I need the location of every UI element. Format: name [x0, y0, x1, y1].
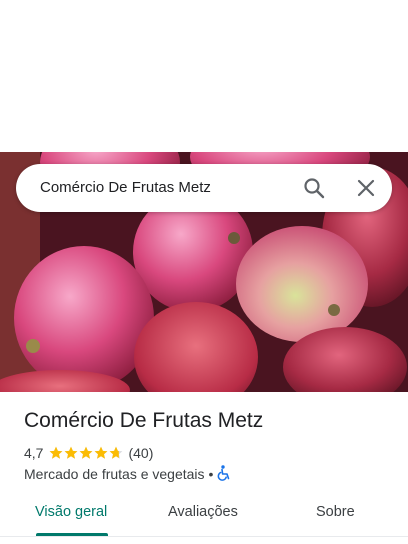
place-category: Mercado de frutas e vegetais [24, 466, 205, 482]
search-input[interactable]: Comércio De Frutas Metz [40, 179, 211, 196]
tabs-divider [0, 536, 408, 537]
star-icon [65, 446, 78, 459]
rating-stars [49, 446, 124, 460]
tab-bar: Visão geral Avaliações Sobre [0, 498, 408, 538]
star-icon [80, 446, 93, 459]
rating-value: 4,7 [24, 445, 44, 461]
tab-about[interactable]: Sobre [316, 504, 355, 520]
wheelchair-icon[interactable] [217, 464, 231, 484]
rating-row[interactable]: 4,7 (40) [24, 444, 153, 462]
star-icon [50, 446, 63, 459]
tab-reviews[interactable]: Avaliações [168, 504, 238, 520]
star-icon [110, 446, 123, 459]
search-bar[interactable]: Comércio De Frutas Metz [16, 164, 392, 212]
tab-overview[interactable]: Visão geral [35, 504, 107, 520]
separator: • [208, 466, 214, 482]
star-icon [95, 446, 108, 459]
search-icon[interactable] [302, 176, 326, 200]
close-icon[interactable] [354, 176, 378, 200]
review-count[interactable]: (40) [128, 445, 153, 461]
category-row: Mercado de frutas e vegetais • [24, 464, 231, 484]
place-title: Comércio De Frutas Metz [24, 409, 264, 432]
